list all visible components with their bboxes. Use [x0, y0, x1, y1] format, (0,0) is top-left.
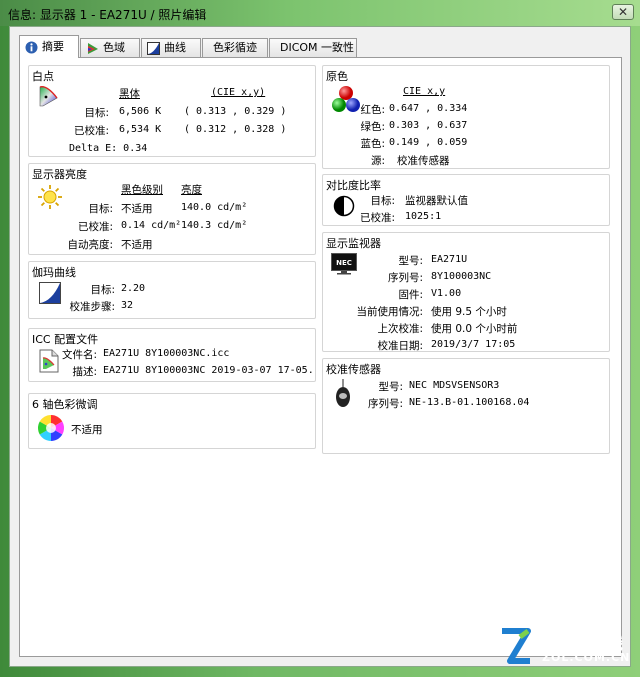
- zol-logo-icon: [502, 628, 531, 664]
- calibration-date-label: 校准日期:: [377, 340, 423, 352]
- model-label: 型号:: [378, 381, 403, 393]
- group-title: 校准传感器: [326, 363, 381, 376]
- last-calibration-value: 使用 0.0 个小时前: [431, 323, 518, 335]
- primaries-group: 原色 CIE x,y 红色: 0.647 , 0.334 绿色: 0.303 ,…: [322, 65, 610, 169]
- last-calibration-label: 上次校准:: [377, 323, 423, 335]
- filename-value: EA271U 8Y100003NC.icc: [103, 348, 230, 359]
- calibrated-kelvin: 6,534 K: [119, 124, 162, 135]
- target-luminance: 140.0 cd/m²: [181, 202, 248, 213]
- tab-summary[interactable]: 摘要: [19, 35, 79, 58]
- group-title: 显示器亮度: [32, 168, 87, 181]
- target-value: 2.20: [121, 283, 146, 294]
- model-label: 型号:: [398, 255, 423, 267]
- icc-profile-group: ICC 配置文件 文件名: EA271U 8Y100003NC.icc 描述: …: [28, 328, 316, 382]
- source-label: 源:: [370, 155, 385, 167]
- model-value: EA271U: [431, 254, 468, 265]
- target-value: 监视器默认值: [405, 195, 468, 207]
- steps-value: 32: [121, 300, 134, 311]
- group-title: 伽玛曲线: [32, 266, 76, 279]
- gamut-icon: [88, 43, 98, 54]
- source-value: 校准传感器: [397, 155, 450, 167]
- info-icon: [25, 41, 38, 54]
- summary-panel: 白点 黑体 (CIE x,y) 目标: 6,506 K ( 0.313 , 0.…: [19, 57, 622, 657]
- gamma-curve-icon: [39, 282, 61, 304]
- serial-value: NE-13.B-01.100168.04: [409, 397, 530, 408]
- group-title: 白点: [32, 70, 54, 83]
- title-bar: 信息: 显示器 1 - EA271U / 照片编辑 ✕: [0, 0, 640, 26]
- sensor-group: 校准传感器 型号: NEC MDSVSENSOR3 序列号: NE-13.B-0…: [322, 358, 610, 454]
- tab-gamut[interactable]: 色域: [80, 38, 140, 57]
- brightness-group: 显示器亮度 黑色级别 亮度 目标: 不适用 140.0 cd/m² 已校准: 0…: [28, 163, 316, 255]
- calibrated-label: 已校准:: [359, 212, 395, 224]
- calibrated-value: 1025:1: [405, 211, 442, 222]
- calibration-date-value: 2019/3/7 17:05: [431, 339, 516, 350]
- delta-e: Delta E: 0.34: [69, 143, 148, 154]
- curve-icon: [147, 42, 160, 55]
- group-title: 6 轴色彩微调: [32, 398, 98, 411]
- dialog-client: 摘要 色域 曲线 色彩循迹 DICOM 一致性 白点 黑体 (CIE x,y) …: [9, 26, 631, 667]
- monitor-group: 显示监视器 NEC 型号: EA271U 序列号: 8Y100003NC 固件:…: [322, 232, 610, 352]
- nec-logo: NEC: [336, 259, 352, 267]
- tab-dicom[interactable]: DICOM 一致性: [269, 38, 357, 57]
- calibrated-label: 已校准:: [77, 221, 113, 233]
- tab-color-tracking[interactable]: 色彩循迹: [202, 38, 268, 57]
- auto-brightness-label: 自动亮度:: [67, 239, 113, 251]
- contrast-icon: [333, 195, 355, 217]
- gamma-group: 伽玛曲线 目标: 2.20 校准步骤: 32: [28, 261, 316, 319]
- filename-label: 文件名:: [61, 349, 97, 361]
- luminance-header: 亮度: [181, 184, 202, 196]
- group-title: 对比度比率: [326, 179, 381, 192]
- serial-label: 序列号:: [367, 398, 403, 410]
- serial-value: 8Y100003NC: [431, 271, 492, 282]
- target-xy: ( 0.313 , 0.329 ): [184, 106, 287, 117]
- firmware-value: V1.00: [431, 288, 462, 299]
- group-title: ICC 配置文件: [32, 333, 99, 346]
- six-axis-group: 6 轴色彩微调 不适用: [28, 393, 316, 449]
- zol-watermark: 中关村在线 ZOL.COM.CN: [498, 625, 638, 671]
- target-black: 不适用: [121, 203, 153, 215]
- model-value: NEC MDSVSENSOR3: [409, 380, 500, 391]
- target-label: 目标:: [84, 107, 109, 119]
- tab-curve[interactable]: 曲线: [141, 38, 201, 57]
- blue-value: 0.149 , 0.059: [389, 137, 468, 148]
- cie-header: CIE x,y: [403, 86, 446, 97]
- description-label: 描述:: [72, 366, 97, 378]
- black-level-header: 黑色级别: [121, 184, 163, 196]
- target-label: 目标:: [370, 195, 395, 207]
- white-point-group: 白点 黑体 (CIE x,y) 目标: 6,506 K ( 0.313 , 0.…: [28, 65, 316, 157]
- serial-label: 序列号:: [387, 272, 423, 284]
- calibrated-black: 0.14 cd/m²: [121, 220, 182, 231]
- green-value: 0.303 , 0.637: [389, 120, 468, 131]
- close-button[interactable]: ✕: [612, 4, 634, 20]
- firmware-label: 固件:: [398, 289, 423, 301]
- contrast-group: 对比度比率 目标: 监视器默认值 已校准: 1025:1: [322, 174, 610, 226]
- color-wheel-icon: [37, 415, 65, 441]
- target-label: 目标:: [88, 203, 113, 215]
- blue-label: 蓝色:: [360, 138, 385, 150]
- group-title: 原色: [326, 70, 348, 83]
- red-label: 红色:: [360, 104, 385, 116]
- cie-header: (CIE x,y): [211, 87, 266, 98]
- auto-brightness-value: 不适用: [121, 239, 153, 251]
- group-title: 显示监视器: [326, 237, 381, 250]
- usage-label: 当前使用情况:: [356, 306, 423, 318]
- red-value: 0.647 , 0.334: [389, 103, 468, 114]
- steps-label: 校准步骤:: [69, 301, 115, 313]
- six-axis-value: 不适用: [71, 424, 103, 436]
- window-title: 信息: 显示器 1 - EA271U / 照片编辑: [8, 8, 207, 22]
- calibrated-label: 已校准:: [73, 125, 109, 137]
- green-label: 绿色:: [360, 121, 385, 133]
- watermark-url: ZOL.COM.CN: [542, 651, 631, 664]
- calibrated-xy: ( 0.312 , 0.328 ): [184, 124, 287, 135]
- description-value: EA271U 8Y100003NC 2019-03-07 17-05...: [103, 365, 313, 376]
- target-kelvin: 6,506 K: [119, 106, 162, 117]
- blackbody-header: 黑体: [119, 88, 140, 100]
- target-label: 目标:: [90, 284, 115, 296]
- calibrated-luminance: 140.3 cd/m²: [181, 220, 248, 231]
- usage-value: 使用 9.5 个小时: [431, 306, 507, 318]
